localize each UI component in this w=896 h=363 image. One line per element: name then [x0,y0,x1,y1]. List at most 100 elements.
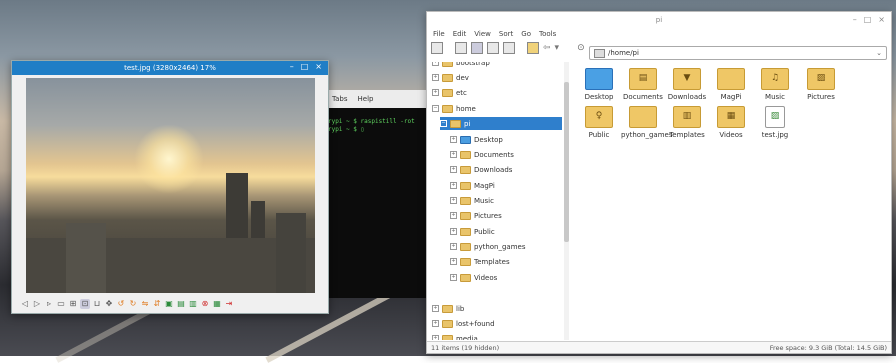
expander-icon[interactable]: + [432,305,439,312]
bookmark-icon[interactable] [527,42,539,54]
zoom-out-icon[interactable]: ▭ [56,299,66,309]
expander-icon[interactable]: + [450,166,457,173]
tree-item[interactable]: + Downloads [450,163,512,176]
tree-item[interactable]: + python_games [450,240,526,253]
flip-v-icon[interactable]: ⇵ [152,299,162,309]
save-icon[interactable]: ▤ [176,299,186,309]
path-bar[interactable]: /home/pi ⌄ [589,46,887,60]
file-item[interactable]: python_games [621,106,673,139]
expander-icon[interactable]: + [432,74,439,81]
file-item[interactable]: Desktop [577,68,621,101]
tree-item-pi[interactable]: − pi [440,117,562,130]
tree-item-label: Videos [474,273,498,282]
fm-titlebar[interactable]: pi – □ × [427,12,891,28]
tree-item[interactable]: + Music [450,194,494,207]
scrollbar-thumb[interactable] [564,82,569,242]
expander-icon[interactable]: − [440,120,447,127]
minimize-icon[interactable]: – [290,62,294,71]
expander-icon[interactable]: + [450,243,457,250]
file-item[interactable]: MagPi [709,68,753,101]
thumbnail-view-icon[interactable] [471,42,483,54]
prev-icon[interactable]: ◁ [20,299,30,309]
close-icon[interactable]: × [878,15,885,24]
tree-item[interactable]: + Pictures [450,209,502,222]
icon-view-icon[interactable] [455,42,467,54]
properties-icon[interactable]: ▦ [212,299,222,309]
image-viewer-window[interactable]: test.jpg (3280x2464) 17% – □ × ◁ ▷ ▹ ▭ ⊞… [11,60,329,314]
terminal-menu-tabs[interactable]: Tabs [332,95,348,103]
close-icon[interactable]: × [315,62,322,71]
terminal-window[interactable]: Tabs Help rypi ~ $ raspistill -rot rypi … [318,90,430,298]
file-item[interactable]: ♫ Music [753,68,797,101]
back-icon[interactable]: ⇦ [543,43,551,53]
rotate-left-icon[interactable]: ↺ [116,299,126,309]
tree-item[interactable]: + Templates [450,255,510,268]
file-item[interactable]: ▨ test.jpg [753,106,797,139]
chevron-down-icon[interactable]: ⌄ [876,49,882,57]
compact-view-icon[interactable] [487,42,499,54]
flip-h-icon[interactable]: ⇋ [140,299,150,309]
play-icon[interactable]: ▹ [44,299,54,309]
tree-item[interactable]: + Public [450,225,495,238]
tree-item[interactable]: + Videos [450,271,497,284]
open-icon[interactable]: ▣ [164,299,174,309]
viewer-titlebar[interactable]: test.jpg (3280x2464) 17% – □ × [12,61,328,75]
terminal-menu-help[interactable]: Help [358,95,374,103]
menu-go[interactable]: Go [521,30,531,38]
fullscreen-icon[interactable]: ✥ [104,299,114,309]
tree-item[interactable]: + media [432,332,478,340]
tree-item[interactable]: + MagPi [450,179,495,192]
menu-edit[interactable]: Edit [453,30,467,38]
fit-icon[interactable]: ⊡ [80,299,90,309]
file-item[interactable]: ▥ Templates [665,106,709,139]
tree-scrollbar[interactable] [564,62,569,340]
file-item[interactable]: ♀ Public [577,106,621,139]
file-manager-window[interactable]: pi – □ × File Edit View Sort Go Tools ⇦ … [426,11,892,354]
maximize-icon[interactable]: □ [864,15,872,24]
minimize-icon[interactable]: – [853,15,857,24]
expander-icon[interactable]: + [450,274,457,281]
expander-icon[interactable]: + [432,320,439,327]
forward-icon[interactable]: ▾ [555,43,560,53]
expander-icon[interactable]: + [450,228,457,235]
menu-file[interactable]: File [433,30,445,38]
location-icon[interactable]: ⊙ [577,43,585,53]
menu-sort[interactable]: Sort [499,30,513,38]
tree-item[interactable]: + etc [432,86,560,99]
tree-item[interactable]: + Desktop [450,133,503,146]
path-input[interactable]: /home/pi [608,49,639,57]
quit-icon[interactable]: ⇥ [224,299,234,309]
expander-icon[interactable]: + [450,136,457,143]
tree-item[interactable]: + bootstrap [432,62,560,69]
expander-icon[interactable]: + [450,182,457,189]
tree-item[interactable]: − home [432,102,560,115]
tree-item[interactable]: + dev [432,71,560,84]
file-item[interactable]: ▤ Documents [621,68,665,101]
file-item[interactable]: ▼ Downloads [665,68,709,101]
expander-icon[interactable]: + [432,62,439,66]
expander-icon[interactable]: + [450,151,457,158]
original-size-icon[interactable]: ⊔ [92,299,102,309]
expander-icon[interactable]: + [450,258,457,265]
list-view-icon[interactable] [503,42,515,54]
next-icon[interactable]: ▷ [32,299,42,309]
file-grid: Desktop ▤ Documents ▼ Downloads MagPi ♫ Mus… [573,62,889,340]
file-item[interactable]: ▦ Videos [709,106,753,139]
menu-tools[interactable]: Tools [539,30,556,38]
zoom-in-icon[interactable]: ⊞ [68,299,78,309]
new-window-icon[interactable] [431,42,443,54]
expander-icon[interactable]: + [450,212,457,219]
tree-item[interactable]: + Documents [450,148,514,161]
delete-icon[interactable]: ▥ [188,299,198,309]
menu-view[interactable]: View [474,30,491,38]
rotate-right-icon[interactable]: ↻ [128,299,138,309]
expander-icon[interactable]: − [432,105,439,112]
tree-item[interactable]: + lost+found [432,317,495,330]
expander-icon[interactable]: + [432,335,439,340]
expander-icon[interactable]: + [450,197,457,204]
settings-icon[interactable]: ⊗ [200,299,210,309]
tree-item[interactable]: + lib [432,302,464,315]
maximize-icon[interactable]: □ [301,62,309,71]
file-item[interactable]: ▨ Pictures [799,68,843,101]
expander-icon[interactable]: + [432,89,439,96]
